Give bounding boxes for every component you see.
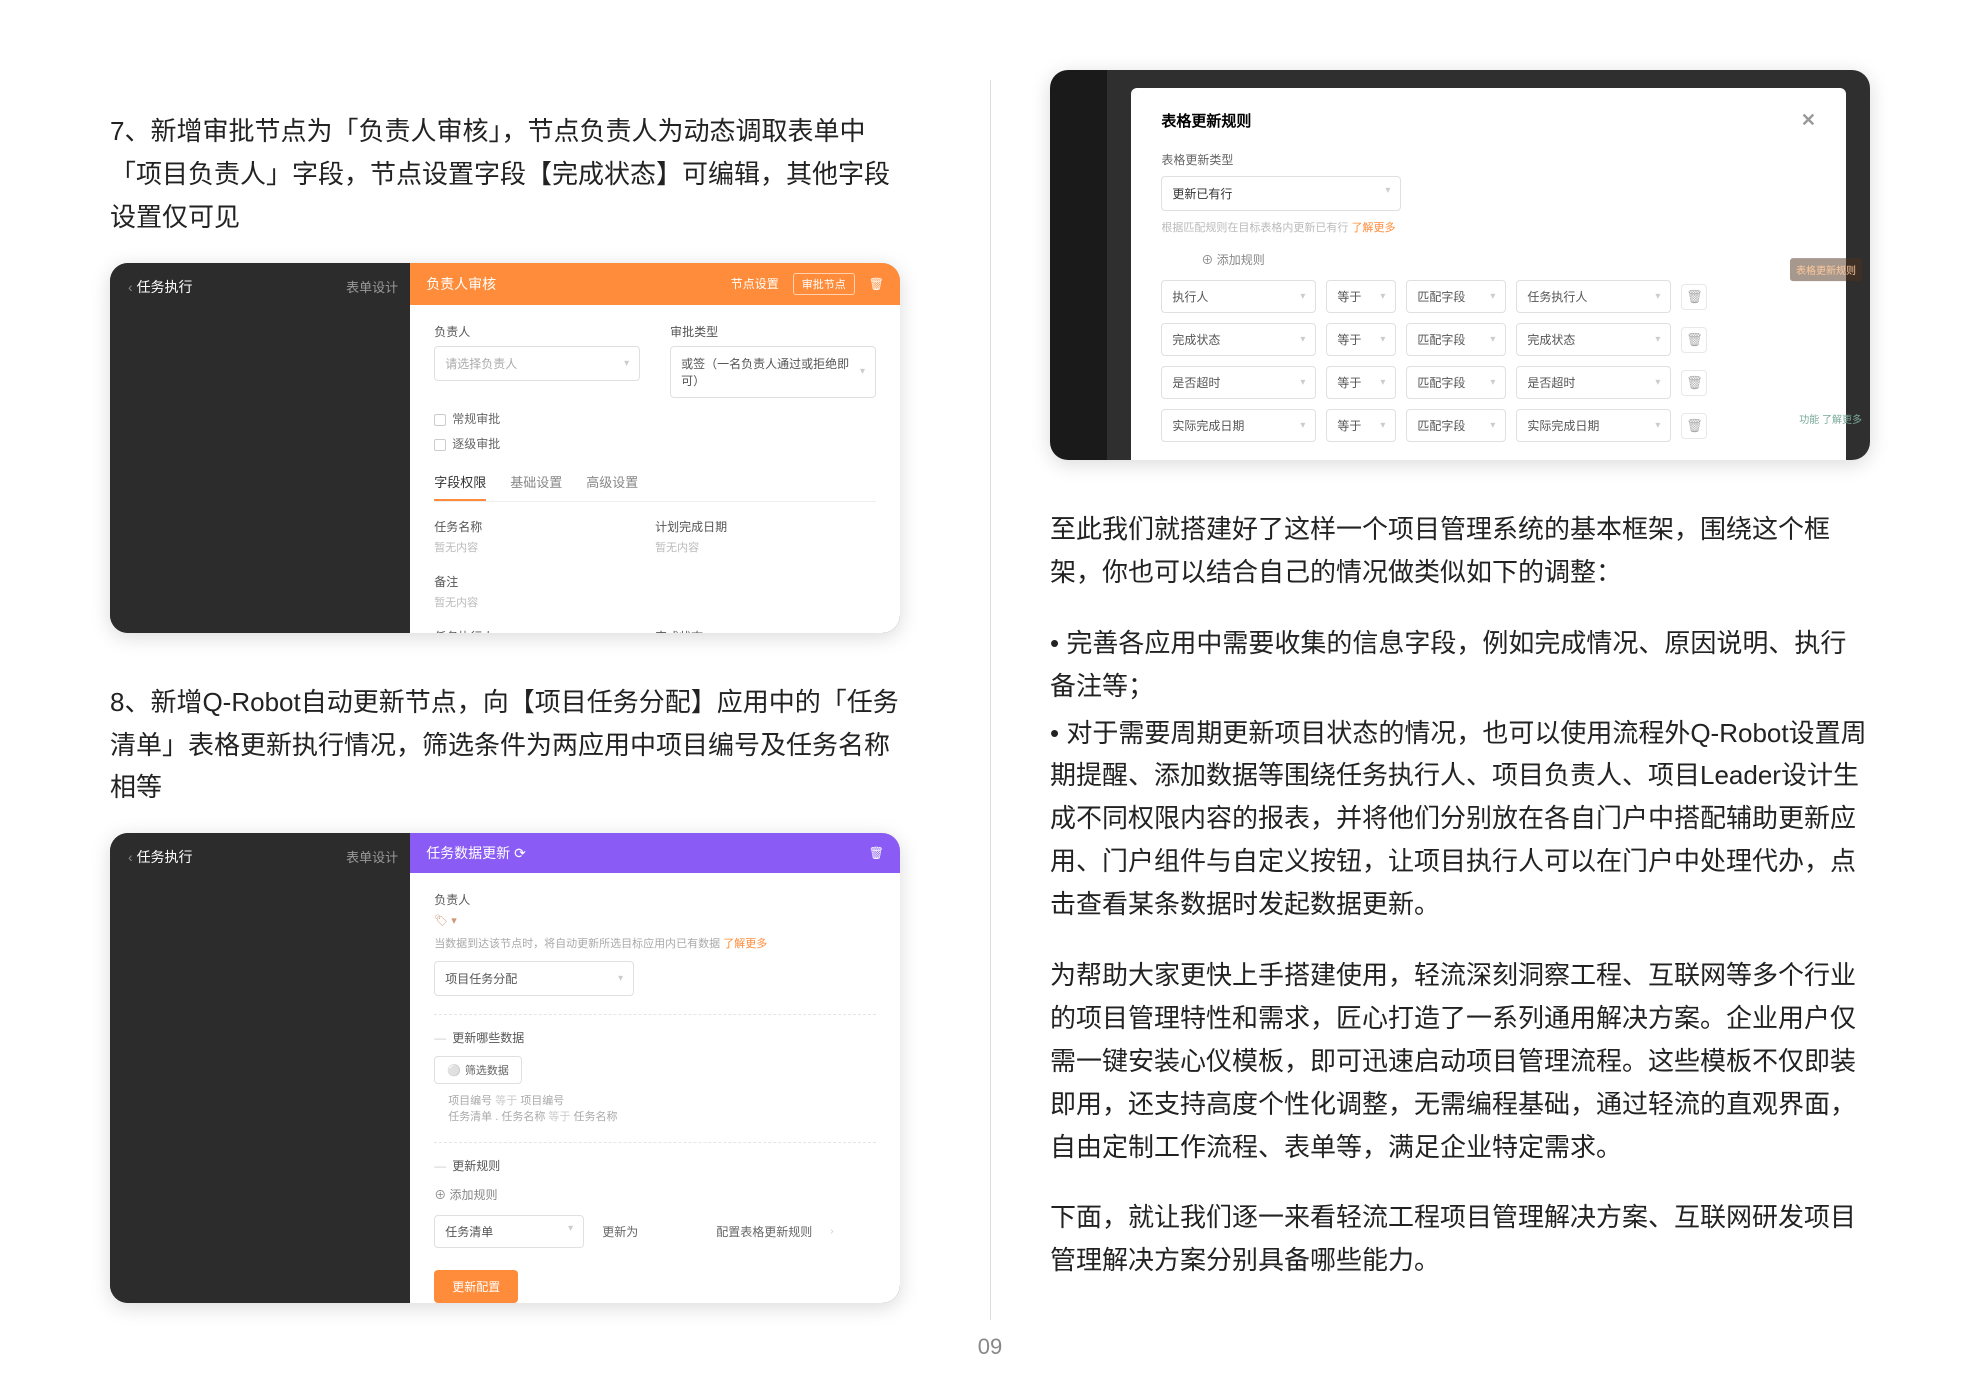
chevron-down-icon: ▾ (624, 358, 629, 369)
ss7-header-btn1[interactable]: 节点设置 (731, 275, 779, 292)
ss8-sidebar: ‹ 任务执行 表单设计 (110, 833, 410, 1303)
delete-icon[interactable]: 🗑 (869, 277, 884, 291)
step-7-text: 7、新增审批节点为「负责人审核」，节点负责人为动态调取表单中「项目负责人」字段，… (110, 110, 900, 239)
modal-title: 表格更新规则 (1161, 110, 1251, 131)
tab-field-perm[interactable]: 字段权限 (434, 472, 486, 501)
rule-row: 实际完成日期▾ 等于▾ 匹配字段▾ 实际完成日期▾ 🗑 (1161, 409, 1816, 442)
refresh-icon: ⟳ (514, 845, 526, 861)
chevron-down-icon: ▾ (618, 973, 623, 984)
add-rule[interactable]: ⊕ 添加规则 (434, 1186, 876, 1203)
checkbox-advanced[interactable] (434, 439, 446, 451)
add-rule-modal[interactable]: ⊕ 添加规则 (1201, 251, 1816, 268)
step-8-text: 8、新增Q-Robot自动更新节点，向【项目任务分配】应用中的「任务清单」表格更… (110, 681, 900, 810)
delete-icon[interactable]: 🗑 (1681, 370, 1707, 396)
side-tag-1: 表格更新规则 (1790, 258, 1862, 281)
type-value[interactable]: 或签（一名负责人通过或拒绝即可）▾ (670, 346, 876, 398)
ss8-header-title: 任务数据更新 (426, 845, 510, 861)
update-target[interactable]: 任务清单▾ (434, 1215, 584, 1248)
rule-modal: 表格更新规则 ✕ 表格更新类型 更新已有行▾ 根据匹配规则在目标表格内更新已有行… (1131, 88, 1846, 460)
side-tag-2: 功能 了解更多 (1799, 411, 1862, 426)
ss7-left-title: 任务执行 (137, 279, 193, 295)
close-icon[interactable]: ✕ (1801, 110, 1816, 131)
link-more[interactable]: 了解更多 (723, 938, 767, 950)
input-person[interactable]: 请选择负责人▾ (434, 346, 640, 381)
ss7-left-tab: 表单设计 (346, 277, 398, 296)
label-type: 审批类型 (670, 323, 876, 340)
tab-advanced[interactable]: 高级设置 (586, 472, 638, 501)
label-person: 负责人 (434, 891, 876, 908)
ss7-header-title: 负责人审核 (426, 274, 496, 294)
update-config-button[interactable]: 更新配置 (434, 1270, 518, 1303)
chevron-right-icon: › (830, 1226, 833, 1237)
ss8-panel: 任务数据更新 ⟳ 🗑 负责人 🏷 ▾ 当数据到达该节点时，将自动更新所选目标应用… (410, 833, 900, 1303)
chevron-icon: ‹ (128, 849, 137, 865)
tab-basic[interactable]: 基础设置 (510, 472, 562, 501)
rule-row: 执行人▾ 等于▾ 匹配字段▾ 任务执行人▾ 🗑 (1161, 280, 1816, 313)
rule-row: 是否超时▾ 等于▾ 匹配字段▾ 是否超时▾ 🗑 (1161, 366, 1816, 399)
tag-icon: 🏷 ▾ (434, 915, 457, 927)
para-2: 为帮助大家更快上手搭建使用，轻流深刻洞察工程、互联网等多个行业的项目管理特性和需… (1050, 954, 1870, 1168)
modal-type-select[interactable]: 更新已有行▾ (1161, 176, 1401, 211)
page-number: 09 (978, 1334, 1002, 1360)
section-update-data: 更新哪些数据 (434, 1014, 876, 1046)
delete-icon[interactable]: 🗑 (1681, 284, 1707, 310)
screenshot-8: ‹ 任务执行 表单设计 任务数据更新 ⟳ 🗑 负责人 🏷 ▾ 当数据到达该节点时… (110, 833, 900, 1303)
delete-icon[interactable]: 🗑 (1681, 413, 1707, 439)
delete-icon[interactable]: 🗑 (1681, 327, 1707, 353)
filter-button[interactable]: ⚪筛选数据 (434, 1056, 522, 1084)
label-person: 负责人 (434, 323, 640, 340)
ss7-header-btn2[interactable]: 审批节点 (793, 273, 855, 295)
para-3: 下面，就让我们逐一来看轻流工程项目管理解决方案、互联网研发项目管理解决方案分别具… (1050, 1196, 1870, 1282)
delete-icon[interactable]: 🗑 (869, 846, 884, 860)
ss7-tabs: 字段权限 基础设置 高级设置 (434, 472, 876, 502)
section-update-rule: 更新规则 (434, 1142, 876, 1174)
ss7-panel: 负责人审核 节点设置 审批节点 🗑 负责人 请选择负责人▾ 审批类型 或签（一名… (410, 263, 900, 633)
chevron-icon: ‹ (128, 279, 137, 295)
checkbox-normal[interactable] (434, 414, 446, 426)
screenshot-7: ‹ 任务执行 表单设计 负责人审核 节点设置 审批节点 🗑 负责人 请选择负责人… (110, 263, 900, 633)
ss8-panel-header: 任务数据更新 ⟳ 🗑 (410, 833, 900, 873)
ss7-panel-header: 负责人审核 节点设置 审批节点 🗑 (410, 263, 900, 305)
link-more[interactable]: 了解更多 (1351, 222, 1395, 234)
left-column: 7、新增审批节点为「负责人审核」，节点负责人为动态调取表单中「项目负责人」字段，… (0, 0, 990, 1400)
ss7-sidebar: ‹ 任务执行 表单设计 (110, 263, 410, 633)
right-column: 表格更新规则 功能 了解更多 表格更新规则 ✕ 表格更新类型 更新已有行▾ 根据… (990, 0, 1980, 1400)
rule-table: 执行人▾ 等于▾ 匹配字段▾ 任务执行人▾ 🗑 完成状态▾ 等于▾ 匹配字段▾ … (1161, 280, 1816, 442)
bullet-1: • 完善各应用中需要收集的信息字段，例如完成情况、原因说明、执行备注等； (1050, 622, 1870, 708)
screenshot-9: 表格更新规则 功能 了解更多 表格更新规则 ✕ 表格更新类型 更新已有行▾ 根据… (1050, 70, 1870, 460)
ss8-left-tab: 表单设计 (346, 847, 398, 866)
target-app[interactable]: 项目任务分配▾ (434, 961, 634, 996)
filter-icon: ⚪ (447, 1064, 461, 1077)
bullet-2: • 对于需要周期更新项目状态的情况，也可以使用流程外Q-Robot设置周期提醒、… (1050, 712, 1870, 926)
page-divider (990, 80, 991, 1320)
ss8-left-title: 任务执行 (137, 849, 193, 865)
config-rule-link[interactable]: 配置表格更新规则 (716, 1223, 812, 1240)
para-1: 至此我们就搭建好了这样一个项目管理系统的基本框架，围绕这个框架，你也可以结合自己… (1050, 508, 1870, 594)
chevron-down-icon: ▾ (860, 366, 865, 377)
modal-type-label: 表格更新类型 (1161, 151, 1816, 168)
rule-row: 完成状态▾ 等于▾ 匹配字段▾ 完成状态▾ 🗑 (1161, 323, 1816, 356)
